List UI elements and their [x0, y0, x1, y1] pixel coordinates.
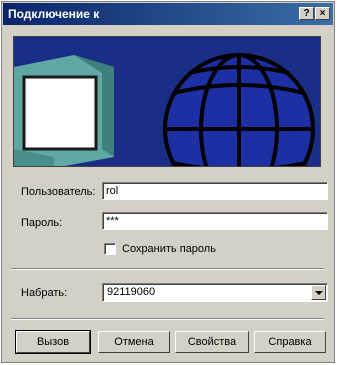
password-input[interactable]: *** [102, 212, 328, 230]
call-button[interactable]: Вызов [15, 330, 91, 354]
user-label: Пользователь: [21, 186, 96, 198]
close-button[interactable]: × [315, 7, 330, 20]
dropdown-arrow-icon[interactable] [311, 285, 326, 300]
dial-label: Набрать: [21, 287, 68, 299]
window-title: Подключение к [8, 7, 100, 21]
help-title-button[interactable]: ? [299, 7, 314, 20]
save-password-label[interactable]: Сохранить пароль [122, 243, 216, 255]
title-bar[interactable]: Подключение к ? × [3, 3, 333, 25]
connection-banner [13, 36, 321, 167]
separator [11, 318, 324, 320]
password-label: Пароль: [21, 217, 63, 229]
dial-number-value: 92119060 [107, 286, 156, 298]
dial-number-select[interactable]: 92119060 [102, 283, 328, 302]
cancel-button[interactable]: Отмена [98, 331, 170, 353]
user-input[interactable]: rol [102, 182, 328, 200]
help-button[interactable]: Справка [254, 331, 326, 353]
computer-globe-icon [14, 37, 320, 166]
properties-button[interactable]: Свойства [175, 331, 249, 353]
save-password-checkbox[interactable] [104, 243, 116, 255]
separator [11, 268, 324, 270]
